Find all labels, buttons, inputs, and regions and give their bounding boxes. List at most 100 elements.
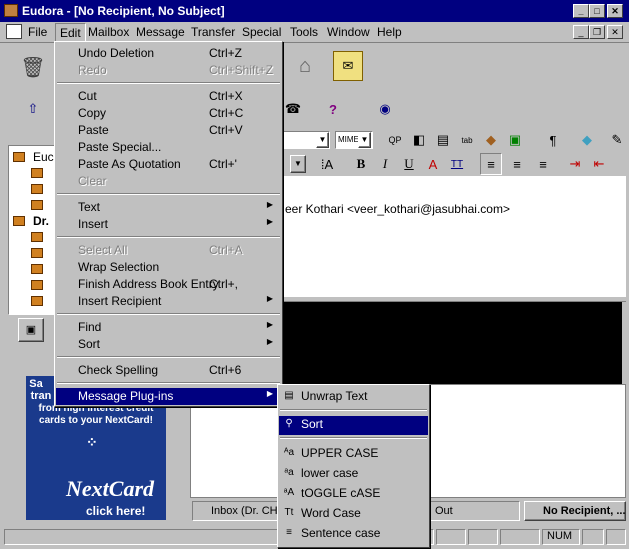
outdent-icon[interactable]: ⇤	[588, 153, 610, 175]
edit-menu-item-clear: Clear	[56, 173, 281, 190]
menu-message[interactable]: Message	[136, 25, 185, 39]
paragraph-icon[interactable]: ¶	[542, 130, 564, 150]
eudora-app-icon[interactable]	[4, 4, 18, 17]
edit-menu-item-check-spelling[interactable]: Check Spelling Ctrl+6	[56, 362, 281, 379]
close-button[interactable]: ✕	[607, 4, 623, 18]
font-dropdown-arrow-icon[interactable]: ▼	[290, 155, 306, 173]
menu-transfer[interactable]: Transfer	[191, 25, 235, 39]
edit-menu-item-text[interactable]: Text ▶	[56, 199, 281, 216]
signature-icon[interactable]: ✎	[606, 130, 628, 150]
teletype-icon[interactable]: TT	[446, 153, 468, 175]
menu-item-label: Clear	[78, 174, 107, 188]
return-receipt-icon[interactable]: ▣	[504, 130, 526, 150]
tree-item-eudora[interactable]: Euc	[33, 150, 54, 164]
edit-menu-item-find[interactable]: Find ▶	[56, 319, 281, 336]
plugin-item-upper-case[interactable]: ᴬa UPPER CASE	[279, 445, 428, 464]
plugin-item-toggle-case[interactable]: ᵃA tOGGLE cASE	[279, 485, 428, 504]
keep-copy-icon[interactable]: ◆	[480, 130, 502, 150]
submenu-arrow-icon: ▶	[266, 200, 273, 209]
dropdown-arrow-icon[interactable]: ▼	[358, 132, 371, 148]
status-pane	[606, 529, 626, 545]
underline-button[interactable]: U	[398, 153, 420, 175]
font-size-icon[interactable]: ⁞A	[316, 153, 338, 175]
sentencecase-icon: ≡	[286, 527, 292, 538]
menu-window[interactable]: Window	[327, 25, 370, 39]
italic-button[interactable]: I	[374, 153, 396, 175]
edit-menu-item-finish-address-book-entry[interactable]: Finish Address Book Entry Ctrl+,	[56, 276, 281, 293]
edit-menu-item-wrap-selection[interactable]: Wrap Selection	[56, 259, 281, 276]
plugin-item-word-case[interactable]: Tt Word Case	[279, 505, 428, 524]
mailbox-icon	[31, 248, 43, 258]
edit-menu-item-paste-special[interactable]: Paste Special...	[56, 139, 281, 156]
qp-icon[interactable]: QP	[384, 130, 406, 150]
up-arrow-icon[interactable]: ⇧	[20, 97, 46, 121]
phone-icon[interactable]: ☎	[280, 97, 306, 121]
edit-menu-item-cut[interactable]: Cut Ctrl+X	[56, 88, 281, 105]
plugin-item-sort[interactable]: ⚲ Sort	[279, 416, 428, 435]
align-right-icon[interactable]: ≡	[532, 153, 554, 175]
menu-item-label: Select All	[78, 243, 128, 257]
edit-menu-item-paste[interactable]: Paste Ctrl+V	[56, 122, 281, 139]
tab-current-message[interactable]: No Recipient, ...	[524, 501, 626, 521]
bold-button[interactable]: B	[350, 153, 372, 175]
edit-menu-item-paste-as-quotation[interactable]: Paste As Quotation Ctrl+'	[56, 156, 281, 173]
mailboxes-tab-icon[interactable]: ▣	[18, 318, 44, 342]
home-icon[interactable]: ⌂	[290, 51, 320, 81]
folder-icon	[13, 216, 25, 226]
align-left-icon[interactable]: ≡	[480, 153, 502, 175]
mailbox-tree: Euc Dr.	[8, 145, 56, 315]
menu-file[interactable]: File	[28, 25, 47, 39]
document-icon[interactable]	[6, 24, 22, 39]
plugin-item-lower-case[interactable]: ᵃa lower case	[279, 465, 428, 484]
word-wrap-icon[interactable]: tab	[456, 130, 478, 150]
edit-menu-item-insert-recipient[interactable]: Insert Recipient ▶	[56, 293, 281, 310]
from-field[interactable]: eer Kothari <veer_kothari@jasubhai.com>	[285, 202, 510, 216]
menu-mailbox[interactable]: Mailbox	[88, 25, 129, 39]
tree-item-dr[interactable]: Dr.	[33, 214, 49, 228]
cube-icon[interactable]: ◆	[576, 130, 598, 150]
edit-menu-item-copy[interactable]: Copy Ctrl+C	[56, 105, 281, 122]
message-header[interactable]: eer Kothari <veer_kothari@jasubhai.com>	[280, 176, 626, 296]
wordcase-icon: Tt	[284, 507, 294, 518]
edit-menu-item-message-plug-ins[interactable]: Message Plug-ins ▶	[56, 388, 281, 405]
edit-menu-item-insert[interactable]: Insert ▶	[56, 216, 281, 233]
status-pane	[468, 529, 498, 545]
plugin-item-unwrap-text[interactable]: ▤ Unwrap Text	[279, 388, 428, 407]
tab-inbox[interactable]: Inbox (Dr. CH	[192, 501, 284, 521]
dropdown-arrow-icon[interactable]: ▼	[316, 132, 329, 148]
mdi-close-button[interactable]: ✕	[607, 25, 623, 39]
menu-item-label: Insert Recipient	[78, 294, 162, 308]
status-pane	[436, 529, 466, 545]
indent-icon[interactable]: ⇥	[564, 153, 586, 175]
message-body[interactable]	[280, 302, 622, 384]
help-icon[interactable]: ?	[320, 97, 346, 121]
menu-item-label: UPPER CASE	[301, 446, 379, 460]
speaker-icon[interactable]: ◉	[372, 97, 398, 121]
envelope-icon[interactable]: ✉	[333, 51, 363, 81]
menu-tools[interactable]: Tools	[290, 25, 318, 39]
align-center-icon[interactable]: ≡	[506, 153, 528, 175]
ad-text: cards to your NextCard!	[39, 415, 153, 426]
font-color-icon[interactable]: A	[422, 153, 444, 175]
plugin-item-sentence-case[interactable]: ≡ Sentence case	[279, 525, 428, 544]
mdi-minimize-button[interactable]: _	[573, 25, 589, 39]
menu-item-shortcut: Ctrl+,	[209, 277, 239, 291]
menu-edit[interactable]: Edit	[55, 23, 86, 43]
edit-menu-item-undo-deletion[interactable]: Undo Deletion Ctrl+Z	[56, 45, 281, 62]
attach-icon[interactable]: ◧	[408, 130, 430, 150]
tab-label: No Recipient, ...	[543, 505, 626, 517]
mdi-restore-button[interactable]: ❐	[589, 25, 605, 39]
tab-out[interactable]: Out	[430, 501, 520, 521]
mailbox-icon	[31, 200, 43, 210]
menu-special[interactable]: Special	[242, 25, 281, 39]
menu-item-label: Check Spelling	[78, 363, 159, 377]
minimize-button[interactable]: _	[573, 4, 589, 18]
menu-separator	[57, 382, 280, 384]
menu-item-label: Message Plug-ins	[78, 389, 174, 403]
menu-help[interactable]: Help	[377, 25, 402, 39]
format-toolbar: ▼ ⁞A B I U A TT ≡ ≡ ≡ ⇥ ⇤	[280, 153, 629, 175]
maximize-button[interactable]: □	[589, 4, 605, 18]
text-as-attachment-icon[interactable]: ▤	[432, 130, 454, 150]
edit-menu-item-sort[interactable]: Sort ▶	[56, 336, 281, 353]
trash-icon[interactable]: 🗑	[18, 49, 48, 85]
